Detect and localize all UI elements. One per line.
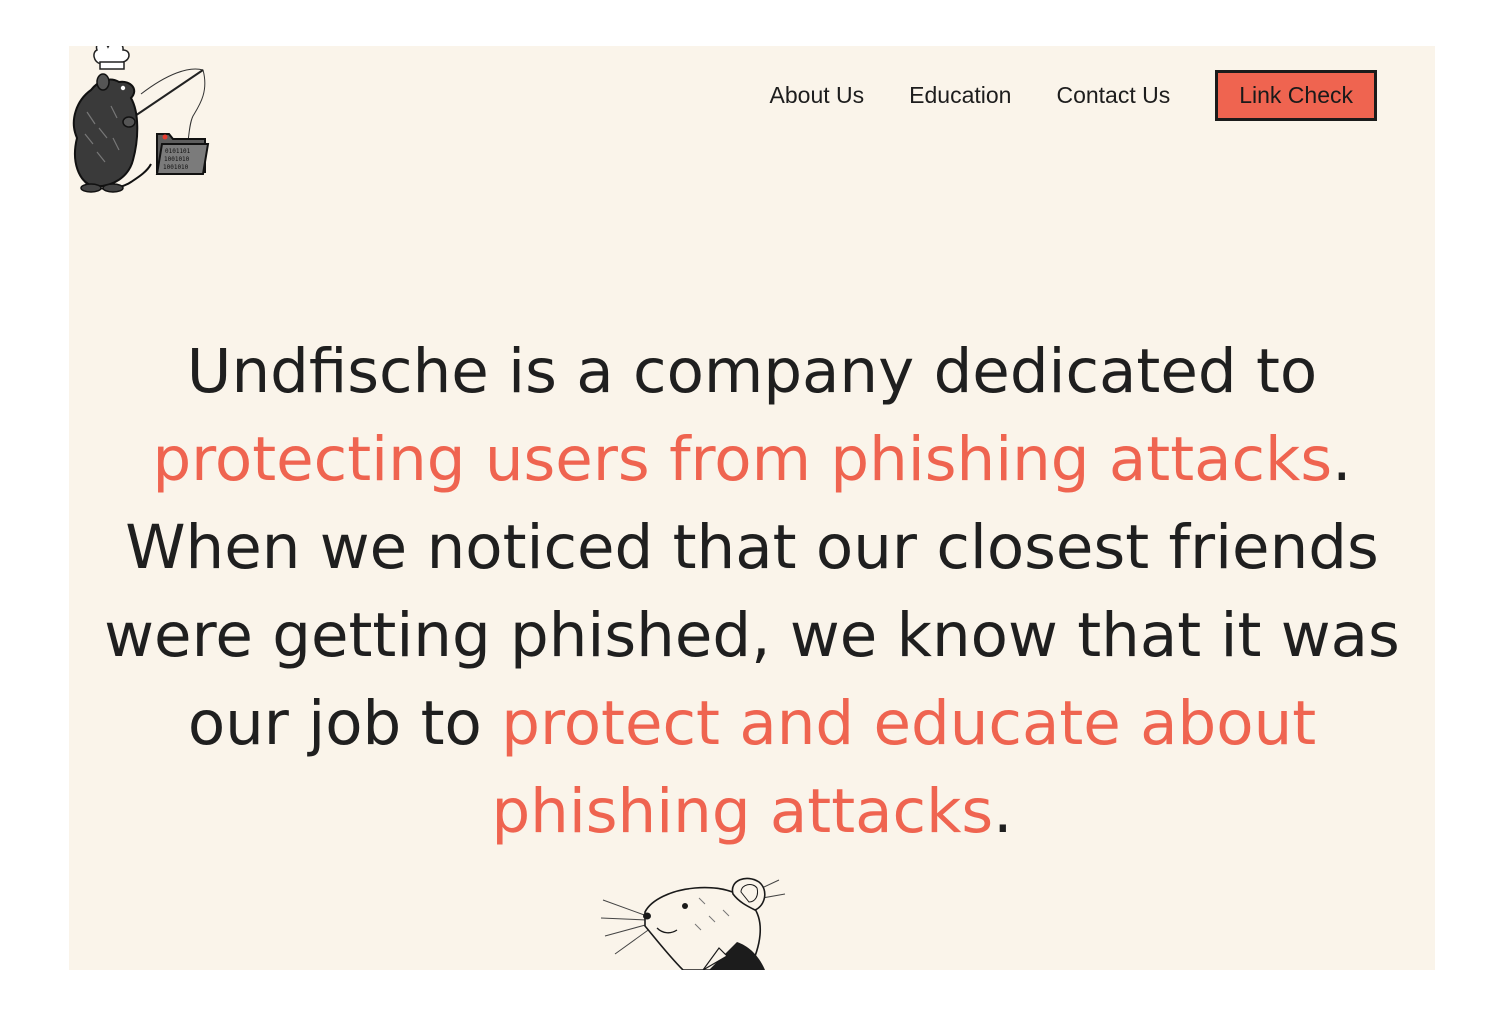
mouse-illustration (600, 877, 786, 970)
hero-period-2: . (993, 776, 1013, 847)
link-check-button[interactable]: Link Check (1215, 70, 1377, 121)
main-nav: About Us Education Contact Us Link Check (770, 70, 1377, 121)
rat-fishing-logo[interactable]: 0101101 1001010 1001010 (69, 46, 212, 197)
binary-folder-icon: 0101101 1001010 1001010 (155, 133, 210, 175)
hero-accent-protecting: protecting users from phishing attacks (152, 424, 1333, 495)
hero-line-5: our job to protect and educate about (69, 680, 1435, 768)
hero-line-5-prefix: our job to (187, 688, 502, 759)
hero-line-1: Undfische is a company dedicated to (186, 336, 1318, 407)
hero-accent-protect-educate: protect and educate about (501, 688, 1317, 759)
hero-accent-phishing-attacks: phishing attacks (491, 776, 994, 847)
hero-period-1: . (1332, 424, 1352, 495)
nav-contact-us[interactable]: Contact Us (1056, 82, 1170, 109)
nav-about-us[interactable]: About Us (770, 82, 865, 109)
folder-binary-1: 0101101 (165, 148, 191, 155)
nav-education[interactable]: Education (909, 82, 1011, 109)
folder-binary-3: 1001010 (163, 164, 189, 171)
folder-binary-2: 1001010 (164, 156, 190, 163)
hero-statement: Undfische is a company dedicated to prot… (69, 328, 1435, 856)
hero-line-3: When we noticed that our closest friends (125, 512, 1379, 583)
page: 0101101 1001010 1001010 About Us Educati… (69, 46, 1435, 970)
hero-line-2: protecting users from phishing attacks. (69, 416, 1435, 504)
hero-line-6: phishing attacks. (69, 768, 1435, 856)
hero-line-4: were getting phished, we know that it wa… (104, 600, 1400, 671)
